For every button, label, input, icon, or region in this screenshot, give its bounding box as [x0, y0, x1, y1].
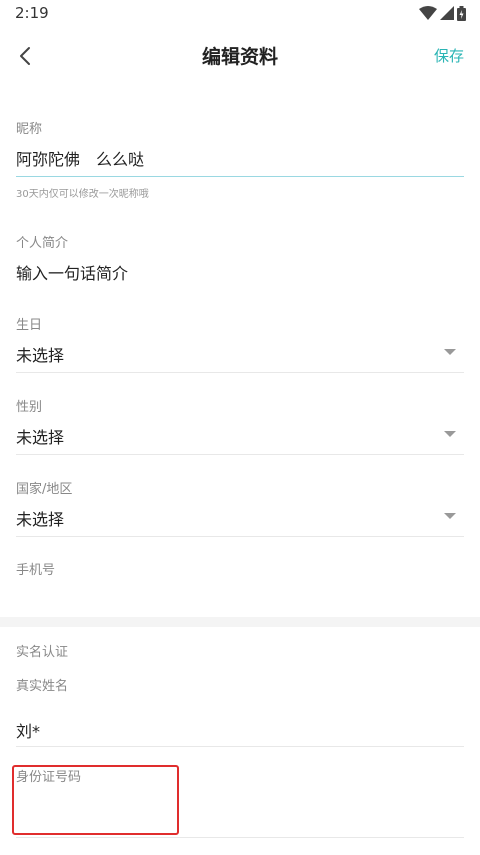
chevron-down-icon[interactable] — [444, 513, 456, 519]
wifi-icon — [419, 6, 437, 20]
birthday-label: 生日 — [16, 318, 43, 333]
real-name-input[interactable]: 刘* — [16, 718, 40, 742]
gender-value: 未选择 — [16, 428, 65, 447]
gender-select[interactable] — [0, 414, 480, 454]
page-title: 编辑资料 — [201, 46, 278, 68]
save-button[interactable]: 保存 — [434, 45, 464, 66]
birthday-select[interactable] — [0, 332, 480, 372]
birthday-divider — [16, 372, 464, 373]
phone-input[interactable] — [16, 585, 464, 609]
status-bar: 2:19 — [0, 0, 480, 28]
region-select[interactable] — [0, 496, 480, 536]
status-time: 2:19 — [15, 4, 49, 22]
nickname-input[interactable]: 阿弥陀佛 么么哒 — [16, 146, 144, 170]
signal-icon — [440, 6, 454, 20]
phone-label: 手机号 — [16, 563, 56, 578]
region-divider — [16, 536, 464, 537]
chevron-down-icon[interactable] — [444, 431, 456, 437]
bio-input[interactable]: 输入一句话简介 — [16, 260, 128, 284]
nickname-label: 昵称 — [16, 122, 43, 137]
highlight-box — [12, 765, 179, 835]
nickname-hint: 30天内仅可以修改一次昵称哦 — [16, 189, 149, 200]
region-value: 未选择 — [16, 510, 65, 529]
bio-label: 个人简介 — [16, 236, 69, 251]
region-label: 国家/地区 — [16, 482, 73, 497]
gender-divider — [16, 454, 464, 455]
nickname-underline — [16, 176, 464, 177]
battery-icon — [457, 5, 466, 21]
chevron-down-icon[interactable] — [444, 349, 456, 355]
section-separator — [0, 617, 480, 627]
nav-bar: 编辑资料 保存 — [0, 28, 480, 84]
verification-section-label: 实名认证 — [16, 645, 69, 660]
id-number-divider — [16, 837, 464, 838]
gender-label: 性别 — [16, 400, 43, 415]
birthday-value: 未选择 — [16, 346, 65, 365]
status-icons — [419, 5, 466, 21]
real-name-label: 真实姓名 — [16, 679, 69, 694]
real-name-divider — [16, 746, 464, 747]
